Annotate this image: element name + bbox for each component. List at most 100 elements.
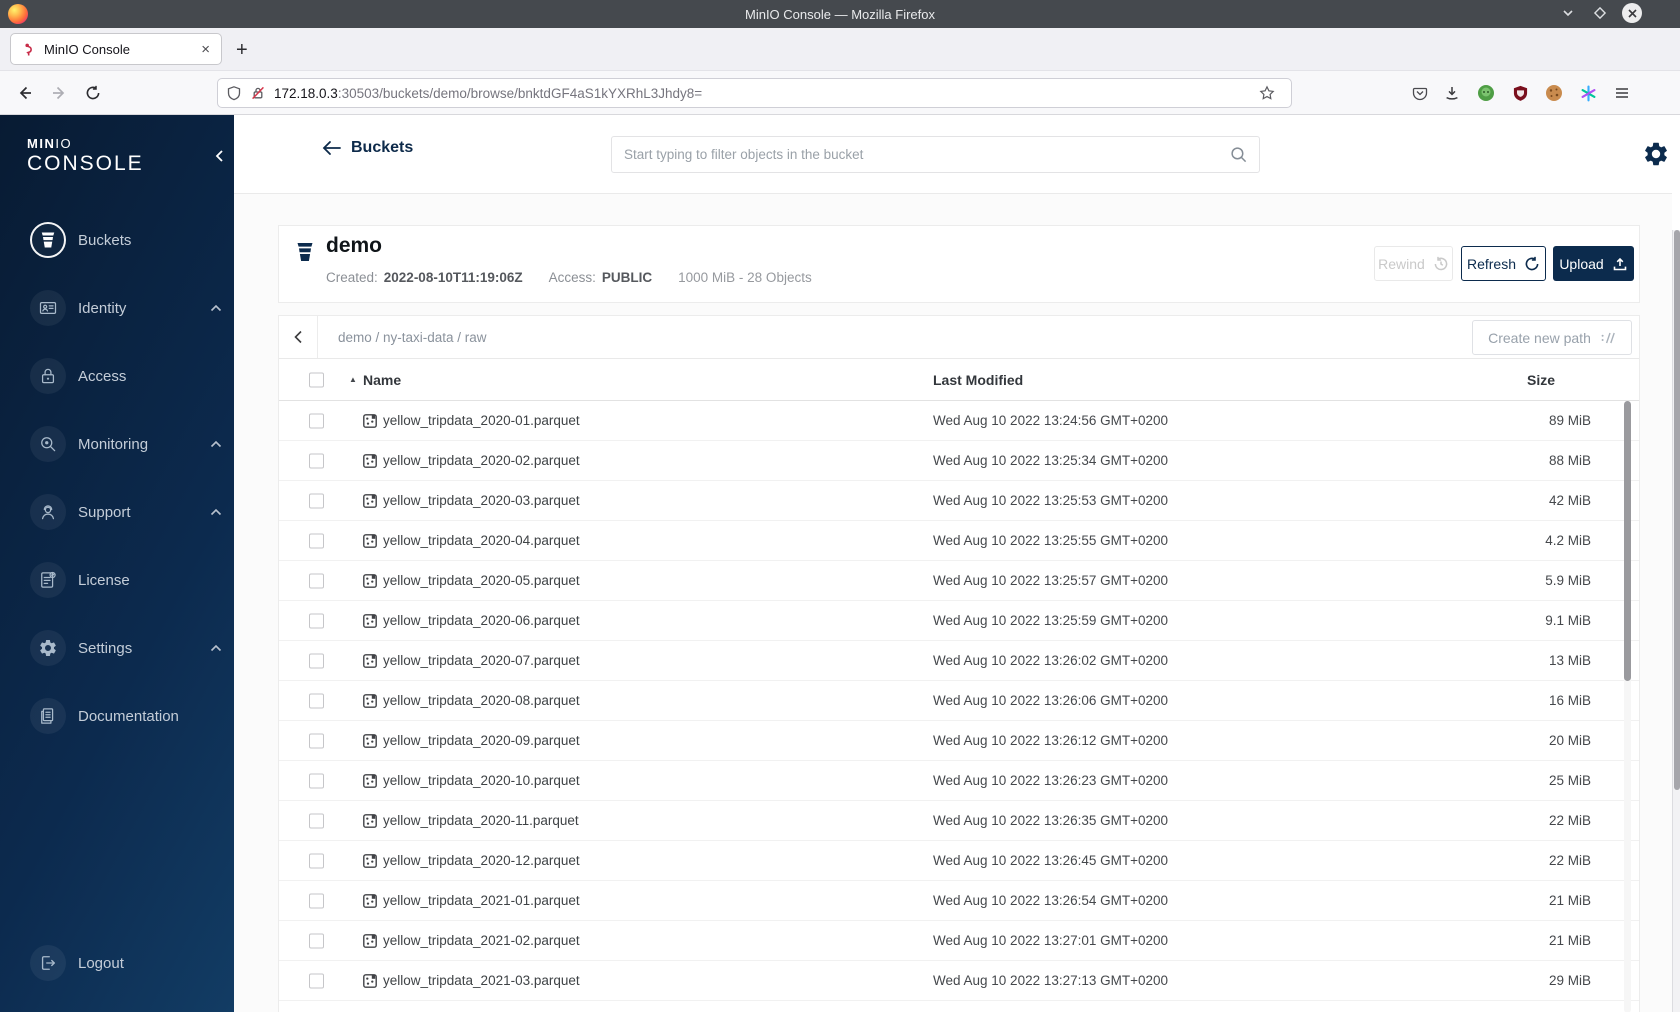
window-maximize-button[interactable] xyxy=(1590,3,1610,23)
back-to-buckets-link[interactable]: Buckets xyxy=(322,139,413,157)
object-last-modified: Wed Aug 10 2022 13:24:56 GMT+0200 xyxy=(933,413,1169,428)
object-row[interactable]: yellow_tripdata_2021-02.parquet Wed Aug 1… xyxy=(279,921,1639,961)
chevron-up-icon[interactable] xyxy=(210,508,222,517)
object-row[interactable]: yellow_tripdata_2020-06.parquet Wed Aug 1… xyxy=(279,601,1639,641)
object-row[interactable]: yellow_tripdata_2020-10.parquet Wed Aug 1… xyxy=(279,761,1639,801)
reload-button[interactable] xyxy=(80,80,106,106)
object-row[interactable]: yellow_tripdata_2020-07.parquet Wed Aug 1… xyxy=(279,641,1639,681)
sidebar-item-identity[interactable]: Identity xyxy=(0,290,234,326)
object-row[interactable]: yellow_tripdata_2020-05.parquet Wed Aug 1… xyxy=(279,561,1639,601)
object-row[interactable]: yellow_tripdata_2020-09.parquet Wed Aug 1… xyxy=(279,721,1639,761)
cookie-extension-icon[interactable] xyxy=(1543,82,1565,104)
object-row[interactable]: yellow_tripdata_2020-11.parquet Wed Aug 1… xyxy=(279,801,1639,841)
row-checkbox[interactable] xyxy=(309,693,324,708)
object-last-modified: Wed Aug 10 2022 13:27:01 GMT+0200 xyxy=(933,933,1169,948)
object-row[interactable]: yellow_tripdata_2020-04.parquet Wed Aug 1… xyxy=(279,521,1639,561)
rewind-button[interactable]: Rewind xyxy=(1374,246,1453,281)
chevron-up-icon[interactable] xyxy=(210,304,222,313)
page-scrollbar xyxy=(1672,230,1680,1012)
tracking-shield-icon[interactable] xyxy=(226,85,242,101)
back-button[interactable] xyxy=(12,80,38,106)
row-checkbox[interactable] xyxy=(309,933,324,948)
breadcrumb[interactable]: demo / ny-taxi-data / raw xyxy=(338,316,487,358)
access-label: Access: xyxy=(548,270,596,285)
sidebar-item-label: Buckets xyxy=(78,231,132,249)
tab-close-icon[interactable]: × xyxy=(198,41,213,58)
browser-tab-minio-console[interactable]: MinIO Console × xyxy=(10,33,222,65)
upload-button[interactable]: Upload xyxy=(1553,246,1634,281)
sidebar-item-settings[interactable]: Settings xyxy=(0,630,234,666)
object-row[interactable]: yellow_tripdata_2021-03.parquet Wed Aug 1… xyxy=(279,961,1639,1001)
object-file-icon xyxy=(362,653,378,669)
row-checkbox[interactable] xyxy=(309,773,324,788)
row-checkbox[interactable] xyxy=(309,813,324,828)
sidebar-item-access[interactable]: Access xyxy=(0,358,234,394)
forward-button[interactable] xyxy=(46,80,72,106)
row-checkbox[interactable] xyxy=(309,733,324,748)
filter-objects-input[interactable] xyxy=(624,147,1230,162)
new-tab-button[interactable]: + xyxy=(236,40,248,60)
chevron-up-icon[interactable] xyxy=(210,644,222,653)
sidebar-item-monitoring[interactable]: Monitoring xyxy=(0,426,234,462)
hamburger-menu-icon[interactable] xyxy=(1611,82,1633,104)
object-table-body: yellow_tripdata_2020-01.parquet Wed Aug 1… xyxy=(279,401,1639,1001)
row-checkbox[interactable] xyxy=(309,533,324,548)
window-minimize-button[interactable] xyxy=(1558,3,1578,23)
downloads-icon[interactable] xyxy=(1441,82,1463,104)
row-checkbox[interactable] xyxy=(309,453,324,468)
row-checkbox[interactable] xyxy=(309,653,324,668)
sidebar-item-support[interactable]: Support xyxy=(0,494,234,530)
row-checkbox[interactable] xyxy=(309,853,324,868)
object-size: 29 MiB xyxy=(1548,973,1591,988)
row-checkbox[interactable] xyxy=(309,573,324,588)
insecure-lock-icon[interactable] xyxy=(250,85,266,101)
table-scrollbar-thumb[interactable] xyxy=(1624,401,1631,681)
license-icon xyxy=(30,562,66,598)
sidebar-item-logout[interactable]: Logout xyxy=(0,945,234,981)
sidebar-item-buckets[interactable]: Buckets xyxy=(0,222,234,258)
object-row[interactable]: yellow_tripdata_2020-01.parquet Wed Aug 1… xyxy=(279,401,1639,441)
settings-gear-icon[interactable] xyxy=(1642,140,1670,168)
select-all-checkbox[interactable] xyxy=(309,372,324,387)
row-checkbox[interactable] xyxy=(309,893,324,908)
pocket-icon[interactable] xyxy=(1409,82,1431,104)
privacy-badger-icon[interactable] xyxy=(1475,82,1497,104)
object-row[interactable]: yellow_tripdata_2020-03.parquet Wed Aug 1… xyxy=(279,481,1639,521)
window-close-button[interactable] xyxy=(1622,3,1642,23)
object-file-icon xyxy=(362,733,378,749)
object-name: yellow_tripdata_2020-06.parquet xyxy=(383,613,580,628)
row-checkbox[interactable] xyxy=(309,973,324,988)
sidebar-collapse-icon[interactable] xyxy=(214,149,225,163)
create-new-path-button[interactable]: Create new path xyxy=(1472,320,1632,355)
containers-icon[interactable] xyxy=(1577,82,1599,104)
page-scrollbar-thumb[interactable] xyxy=(1674,230,1680,790)
object-row[interactable]: yellow_tripdata_2020-02.parquet Wed Aug 1… xyxy=(279,441,1639,481)
window-titlebar: MinIO Console — Mozilla Firefox xyxy=(0,0,1680,28)
table-header: ▲ Name Last Modified Size xyxy=(279,359,1639,401)
bucket-icon xyxy=(30,222,66,258)
url-bar[interactable]: 172.18.0.3:30503/buckets/demo/browse/bnk… xyxy=(217,78,1292,108)
column-header-size[interactable]: Size xyxy=(1527,359,1555,401)
object-last-modified: Wed Aug 10 2022 13:26:23 GMT+0200 xyxy=(933,773,1169,788)
bookmark-star-icon[interactable] xyxy=(1259,85,1275,101)
row-checkbox[interactable] xyxy=(309,613,324,628)
object-size: 16 MiB xyxy=(1548,693,1591,708)
path-back-button[interactable] xyxy=(279,316,318,358)
url-text: 172.18.0.3:30503/buckets/demo/browse/bnk… xyxy=(274,86,1259,101)
sidebar-item-license[interactable]: License xyxy=(0,562,234,598)
ublock-icon[interactable] xyxy=(1509,82,1531,104)
object-row[interactable]: yellow_tripdata_2021-01.parquet Wed Aug 1… xyxy=(279,881,1639,921)
sort-ascending-icon[interactable]: ▲ xyxy=(349,359,357,401)
object-last-modified: Wed Aug 10 2022 13:25:53 GMT+0200 xyxy=(933,493,1169,508)
object-row[interactable]: yellow_tripdata_2020-08.parquet Wed Aug 1… xyxy=(279,681,1639,721)
refresh-button[interactable]: Refresh xyxy=(1461,246,1546,281)
chevron-up-icon[interactable] xyxy=(210,440,222,449)
row-checkbox[interactable] xyxy=(309,493,324,508)
object-row[interactable]: yellow_tripdata_2020-12.parquet Wed Aug 1… xyxy=(279,841,1639,881)
monitoring-icon xyxy=(30,426,66,462)
minio-favicon-icon xyxy=(21,42,36,57)
column-header-last-modified[interactable]: Last Modified xyxy=(933,359,1023,401)
sidebar-item-documentation[interactable]: Documentation xyxy=(0,698,234,734)
row-checkbox[interactable] xyxy=(309,413,324,428)
column-header-name[interactable]: Name xyxy=(363,359,401,401)
